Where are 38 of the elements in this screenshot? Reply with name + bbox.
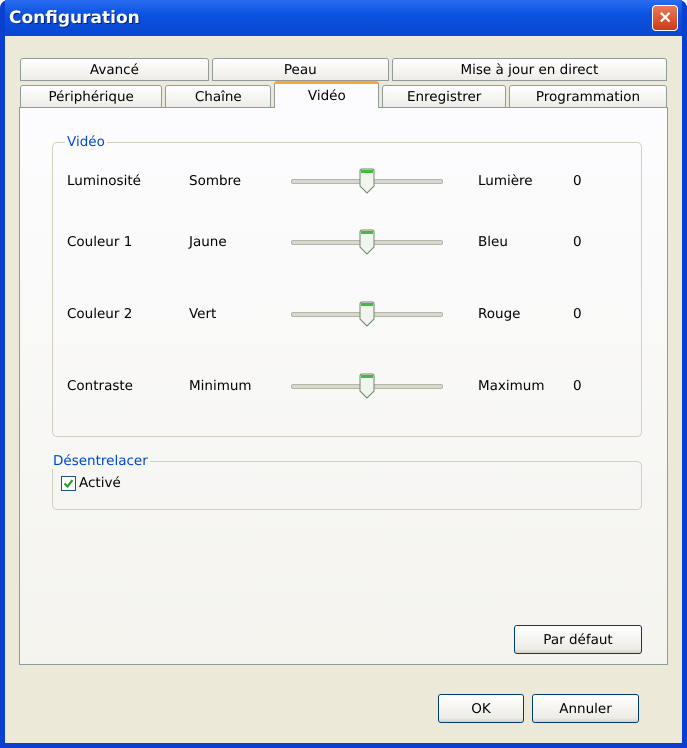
tab[interactable]: Programmation <box>508 85 667 108</box>
tab[interactable]: Peau <box>212 58 389 81</box>
tab[interactable]: Vidéo <box>274 81 380 108</box>
tab[interactable]: Mise à jour en direct <box>392 58 667 81</box>
min-label: Minimum <box>189 378 253 394</box>
max-label: Rouge <box>478 306 522 322</box>
max-label: Bleu <box>478 234 509 250</box>
check-icon <box>63 478 74 488</box>
group-title: Vidéo <box>66 134 106 150</box>
slider-thumb[interactable] <box>359 168 375 194</box>
slider-label: Contraste <box>67 378 134 394</box>
dialog-button[interactable]: OK <box>438 694 524 723</box>
tab[interactable]: Avancé <box>20 58 209 81</box>
min-label: Jaune <box>189 234 228 250</box>
slider-value: 0 <box>573 173 583 189</box>
slider-thumb[interactable] <box>359 300 375 326</box>
slider-value: 0 <box>573 378 583 394</box>
slider-thumb[interactable] <box>359 372 375 398</box>
tab[interactable]: Périphérique <box>20 85 162 108</box>
group-title: Désentrelacer <box>52 453 149 469</box>
default-button[interactable]: Par défaut <box>514 625 642 654</box>
slider-label: Luminosité <box>67 173 142 189</box>
window-title: Configuration <box>9 8 140 28</box>
checkbox[interactable] <box>61 476 76 490</box>
slider-thumb[interactable] <box>359 228 375 254</box>
max-label: Maximum <box>478 378 546 394</box>
dialog-button[interactable]: Annuler <box>532 694 639 723</box>
checkbox-label: Activé <box>79 475 121 491</box>
close-button[interactable]: ✕ <box>652 5 678 31</box>
slider-label: Couleur 2 <box>67 306 134 322</box>
slider-value: 0 <box>573 234 583 250</box>
min-label: Sombre <box>189 173 242 189</box>
slider-label: Couleur 1 <box>67 234 134 250</box>
max-label: Lumière <box>478 173 534 189</box>
min-label: Vert <box>189 306 218 322</box>
tab[interactable]: Chaîne <box>165 85 272 108</box>
slider-value: 0 <box>573 306 583 322</box>
tab[interactable]: Enregistrer <box>382 85 506 108</box>
